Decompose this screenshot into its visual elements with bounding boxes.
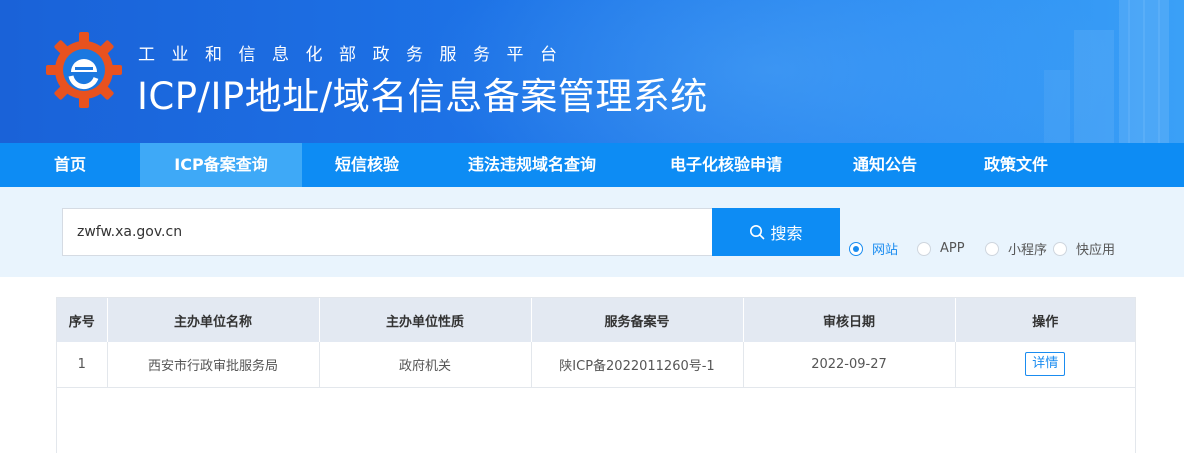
cell-org-type: 政府机关 (319, 342, 532, 388)
search-icon (750, 225, 765, 240)
table-header-row: 序号 主办单位名称 主办单位性质 服务备案号 审核日期 操作 (57, 298, 1135, 342)
nav-item-e-verify[interactable]: 电子化核验申请 (632, 143, 820, 187)
nav-item-notices[interactable]: 通知公告 (820, 143, 950, 187)
cell-action: 详情 (955, 342, 1135, 388)
radio-website[interactable]: 网站 (849, 239, 917, 258)
header-record-no: 服务备案号 (531, 298, 744, 342)
nav-item-policies[interactable]: 政策文件 (950, 143, 1082, 187)
building-graphic (1044, 0, 1169, 143)
radio-dot (1053, 241, 1067, 256)
cell-record-no: 陕ICP备2022011260号-1 (531, 342, 744, 388)
cell-date: 2022-09-27 (743, 342, 956, 388)
search-button-label: 搜索 (770, 224, 803, 243)
detail-button[interactable]: 详情 (1025, 352, 1066, 377)
search-area: 搜索 网站 APP 小程序 快应用 (0, 187, 1184, 277)
header-action: 操作 (955, 298, 1135, 342)
header-org-type: 主办单位性质 (319, 298, 532, 342)
table-row: 1 西安市行政审批服务局 政府机关 陕ICP备2022011260号-1 202… (57, 342, 1135, 388)
radio-app[interactable]: APP (917, 241, 985, 256)
radio-mini-program[interactable]: 小程序 (985, 239, 1053, 258)
miit-logo-icon (46, 32, 122, 108)
header-index: 序号 (57, 298, 108, 342)
nav-item-sms-verify[interactable]: 短信核验 (302, 143, 432, 187)
platform-subtitle: 工业和信息化部政务服务平台 (138, 45, 574, 65)
radio-quick-app[interactable]: 快应用 (1053, 239, 1115, 258)
radio-label: 小程序 (1008, 243, 1048, 258)
radio-dot (849, 241, 863, 256)
nav-item-home[interactable]: 首页 (0, 143, 140, 187)
cell-org-name: 西安市行政审批服务局 (107, 342, 320, 388)
radio-label: APP (940, 241, 965, 256)
search-button[interactable]: 搜索 (712, 208, 840, 256)
header-date: 审核日期 (743, 298, 956, 342)
results-table-container: 序号 主办单位名称 主办单位性质 服务备案号 审核日期 操作 1 西安市行政审批… (56, 297, 1136, 453)
nav-item-icp-query[interactable]: ICP备案查询 (140, 143, 302, 187)
cell-index: 1 (57, 342, 108, 388)
header-org-name: 主办单位名称 (107, 298, 320, 342)
main-nav: 首页 ICP备案查询 短信核验 违法违规域名查询 电子化核验申请 通知公告 政策… (0, 143, 1184, 187)
search-type-radios: 网站 APP 小程序 快应用 (849, 239, 1115, 258)
header-banner: 工业和信息化部政务服务平台 ICP/IP地址/域名信息备案管理系统 (0, 0, 1184, 143)
nav-item-illegal-domain[interactable]: 违法违规域名查询 (432, 143, 632, 187)
radio-dot (917, 241, 931, 256)
system-title: ICP/IP地址/域名信息备案管理系统 (137, 75, 708, 118)
radio-dot (985, 241, 999, 256)
search-input[interactable] (62, 208, 714, 256)
radio-label: 网站 (872, 243, 899, 258)
radio-label: 快应用 (1076, 243, 1116, 258)
results-table: 序号 主办单位名称 主办单位性质 服务备案号 审核日期 操作 1 西安市行政审批… (57, 298, 1135, 388)
